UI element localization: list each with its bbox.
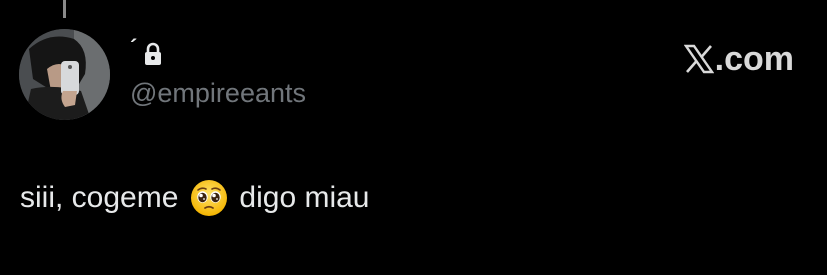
tweet-text: siii, cogeme digo miau (20, 178, 369, 218)
author-display-name[interactable]: ´ (130, 37, 137, 59)
lock-icon (143, 42, 163, 66)
avatar-photo (19, 29, 110, 120)
brand-domain-suffix: .com (714, 40, 794, 78)
tweet-text-after: digo miau (239, 181, 370, 214)
x-logo-icon (683, 44, 714, 74)
pleading-face-emoji-icon (190, 179, 228, 217)
top-divider-mark (63, 0, 66, 18)
tweet-text-before: siii, cogeme (20, 181, 179, 214)
avatar[interactable] (19, 29, 110, 120)
brand-watermark: .com (683, 40, 794, 78)
author-name-row: ´ (130, 37, 163, 68)
author-handle[interactable]: @empireeants (130, 80, 306, 107)
